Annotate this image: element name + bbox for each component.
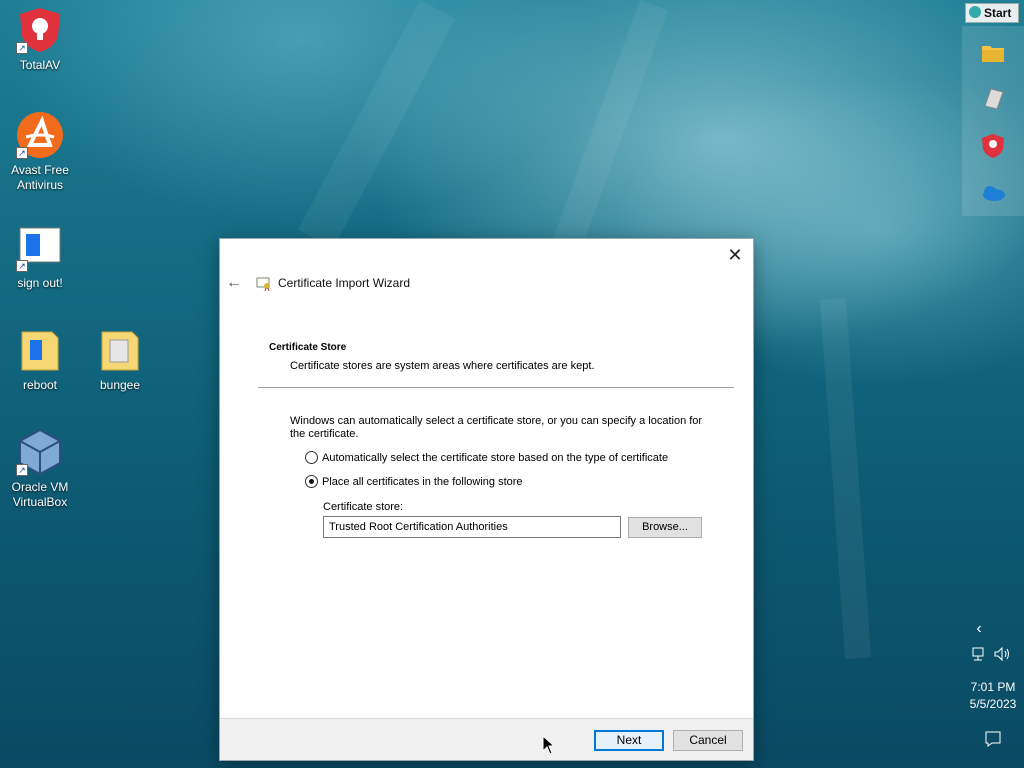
option-place-all[interactable]: Place all certificates in the following … (305, 475, 523, 488)
start-icon (969, 6, 981, 18)
desktop-icon-reboot[interactable]: reboot (2, 326, 78, 393)
network-icon[interactable] (970, 646, 988, 665)
folder-icon[interactable] (980, 40, 1006, 66)
folder-icon (96, 326, 144, 374)
light-ray (820, 298, 872, 660)
option-label: Automatically select the certificate sto… (322, 451, 669, 464)
totalav-shield-icon: ↗ (16, 6, 64, 54)
section-description: Certificate stores are system areas wher… (290, 360, 595, 372)
option-label: Place all certificates in the following … (322, 475, 523, 488)
start-label: Start (984, 6, 1012, 20)
shortcut-arrow-icon: ↗ (16, 464, 28, 476)
chevron-left-icon[interactable]: ‹ (970, 620, 988, 638)
close-button[interactable]: ✕ (723, 243, 747, 267)
certificate-import-wizard-dialog: ✕ ← Certificate Import Wizard Certificat… (219, 238, 754, 761)
clock-time[interactable]: 7:01 PM (962, 680, 1024, 694)
dialog-footer: Next Cancel (220, 718, 753, 760)
cancel-button[interactable]: Cancel (673, 730, 743, 751)
next-button[interactable]: Next (594, 730, 664, 751)
desktop-icon-label: reboot (22, 378, 58, 392)
instruction-text: Windows can automatically select a certi… (290, 415, 703, 440)
desktop-icon-virtualbox[interactable]: ↗ Oracle VM VirtualBox (2, 428, 78, 510)
document-icon: ↗ (16, 224, 64, 272)
desktop-icon-label: Oracle VM VirtualBox (11, 480, 69, 509)
desktop-icon-label: Avast Free Antivirus (11, 163, 69, 192)
back-button[interactable]: ← (226, 273, 244, 293)
desktop-icon-label: bungee (99, 378, 141, 392)
start-button[interactable]: Start (965, 3, 1019, 23)
virtualbox-icon: ↗ (16, 428, 64, 476)
radio-button-selected[interactable] (305, 475, 318, 488)
section-title: Certificate Store (269, 342, 347, 353)
certificate-icon (256, 275, 272, 292)
divider (258, 387, 734, 388)
back-arrow-icon: ← (226, 274, 242, 291)
desktop-icon-bungee[interactable]: bungee (82, 326, 158, 393)
avast-icon: ↗ (16, 111, 64, 159)
volume-icon[interactable] (992, 646, 1012, 665)
option-auto-select[interactable]: Automatically select the certificate sto… (305, 451, 668, 464)
totalav-icon[interactable] (980, 133, 1006, 159)
onedrive-icon[interactable] (980, 180, 1006, 206)
wizard-header: Certificate Import Wizard (256, 275, 411, 292)
folder-icon (16, 326, 64, 374)
browse-button[interactable]: Browse... (628, 517, 702, 538)
desktop-icon-totalav[interactable]: ↗ TotalAV (2, 6, 78, 73)
certificate-store-label: Certificate store: (323, 501, 404, 513)
close-icon: ✕ (727, 245, 743, 265)
notepad-icon[interactable] (980, 86, 1006, 112)
light-ray (297, 0, 456, 249)
shortcut-arrow-icon: ↗ (16, 260, 28, 272)
shortcut-arrow-icon: ↗ (16, 147, 28, 159)
desktop-icon-avast[interactable]: ↗ Avast Free Antivirus (2, 111, 78, 193)
desktop-icon-label: sign out! (17, 276, 63, 290)
desktop-icon-sign-out[interactable]: ↗ sign out! (2, 224, 78, 291)
shortcut-arrow-icon: ↗ (16, 42, 28, 54)
notification-icon[interactable] (984, 730, 1002, 751)
clock-date[interactable]: 5/5/2023 (962, 697, 1024, 711)
radio-button[interactable] (305, 451, 318, 464)
mouse-pointer-icon (542, 734, 556, 755)
wizard-title: Certificate Import Wizard (278, 276, 411, 290)
desktop-icon-label: TotalAV (19, 58, 61, 72)
certificate-store-field[interactable]: Trusted Root Certification Authorities (323, 516, 621, 538)
